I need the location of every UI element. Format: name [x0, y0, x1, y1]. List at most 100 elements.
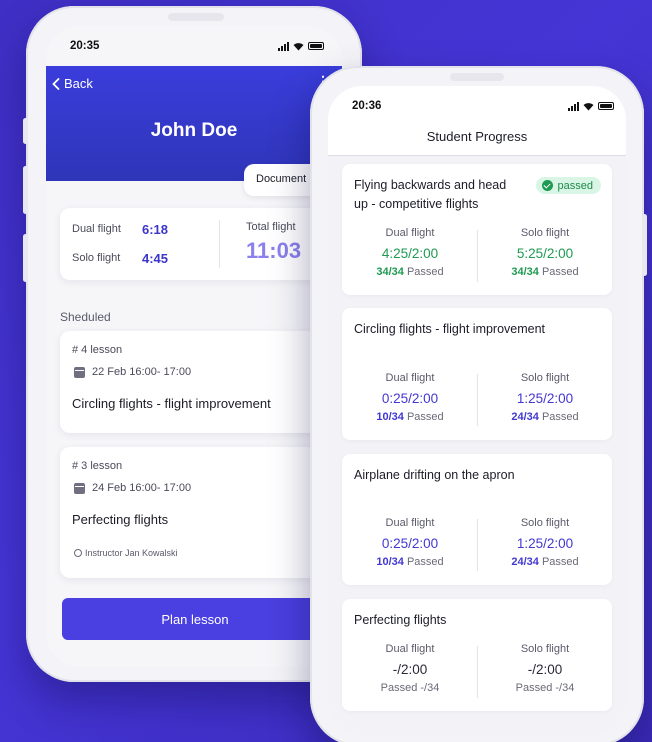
passed-count: 34/34 — [376, 266, 404, 278]
wifi-icon — [583, 102, 594, 111]
progress-card[interactable]: Airplane drifting on the apron Dual flig… — [342, 454, 612, 585]
passed-count: 34/34 — [511, 266, 539, 278]
dual-flight-label: Dual flight — [72, 223, 121, 235]
battery-icon — [598, 102, 614, 110]
passed-suffix: Passed — [406, 411, 444, 423]
status-badge: passed — [535, 177, 601, 194]
scheduled-section-title: Sheduled — [60, 310, 111, 324]
lesson-number: # 4 lesson — [72, 344, 123, 356]
solo-flight-row: Solo flight 4:45 — [72, 251, 168, 266]
stat-value: 0:25/2:00 — [381, 391, 439, 406]
back-button[interactable]: Back — [52, 76, 93, 91]
lesson-date-text: 22 Feb 16:00- 17:00 — [92, 366, 192, 378]
status-badge-label: passed — [557, 179, 593, 192]
solo-flight-value: 4:45 — [142, 250, 169, 266]
back-label: Back — [64, 76, 93, 91]
passed-count: -/34 — [555, 682, 575, 694]
volume-up-button — [23, 166, 28, 214]
lesson-card[interactable]: # 4 lesson 22 Feb 16:00- 17:00 Circling … — [60, 331, 342, 433]
stat-passed: Passed -/34 — [345, 682, 475, 694]
total-flight-value: 11:03 — [246, 238, 302, 263]
passed-suffix: Passed — [406, 556, 444, 568]
passed-suffix: Passed — [541, 266, 579, 278]
status-bar: 20:35 — [46, 26, 342, 66]
progress-title-line: Flying backwards and head — [354, 178, 507, 192]
stat-passed: 10/34 Passed — [345, 556, 475, 568]
total-flight-label: Total flight — [246, 221, 296, 233]
progress-title-line: Perfecting flights — [354, 613, 447, 627]
solo-flight-label: Solo flight — [72, 252, 121, 264]
dual-flight-stats: Dual flight 4:25/2:00 34/34 Passed — [345, 227, 475, 278]
student-name: John Doe — [150, 120, 238, 141]
passed-suffix: Passed — [541, 411, 579, 423]
dual-flight-value: 6:18 — [142, 221, 169, 237]
stat-value: 5:25/2:00 — [516, 246, 574, 261]
solo-flight-stats: Solo flight -/2:00 Passed -/34 — [480, 643, 610, 694]
progress-title: Airplane drifting on the apron — [354, 466, 515, 485]
lesson-date: 22 Feb 16:00- 17:00 — [74, 366, 191, 378]
stat-value: -/2:00 — [527, 662, 563, 677]
stat-label: Solo flight — [520, 227, 570, 239]
progress-title-line: up - competitive flights — [354, 197, 479, 211]
power-button — [642, 214, 647, 276]
stat-label: Solo flight — [520, 517, 570, 529]
stat-passed: 24/34 Passed — [480, 411, 610, 423]
stat-passed: 34/34 Passed — [345, 266, 475, 278]
status-bar: 20:36 — [328, 86, 626, 126]
battery-icon — [308, 42, 324, 50]
divider — [477, 646, 478, 698]
stat-passed: 34/34 Passed — [480, 266, 610, 278]
dual-flight-stats: Dual flight 0:25/2:00 10/34 Passed — [345, 517, 475, 568]
passed-count: -/34 — [420, 682, 440, 694]
volume-down-button — [23, 234, 28, 282]
stat-passed: 24/34 Passed — [480, 556, 610, 568]
divider — [219, 220, 220, 268]
dual-flight-stats: Dual flight -/2:00 Passed -/34 — [345, 643, 475, 694]
passed-suffix: Passed — [406, 266, 444, 278]
stat-label: Dual flight — [385, 643, 435, 655]
solo-flight-stats: Solo flight 1:25/2:00 24/34 Passed — [480, 517, 610, 568]
passed-count: 24/34 — [511, 556, 539, 568]
status-time: 20:36 — [352, 100, 382, 112]
lesson-date-text: 24 Feb 16:00- 17:00 — [92, 482, 192, 494]
solo-flight-stats: Solo flight 5:25/2:00 34/34 Passed — [480, 227, 610, 278]
progress-screen: 20:36 Student Progress Flying backwards … — [328, 86, 626, 736]
progress-title: Perfecting flights — [354, 611, 446, 630]
lesson-date: 24 Feb 16:00- 17:00 — [74, 482, 191, 494]
status-icons — [568, 101, 614, 111]
divider — [477, 374, 478, 426]
stat-label: Dual flight — [385, 227, 435, 239]
progress-title-line: Circling flights - flight improvement — [354, 322, 546, 336]
progress-phone: 20:36 Student Progress Flying backwards … — [310, 66, 647, 742]
progress-card[interactable]: Flying backwards and head up - competiti… — [342, 164, 612, 295]
flight-hours-card: Dual flight 6:18 Solo flight 4:45 Total … — [60, 208, 342, 280]
divider — [477, 519, 478, 571]
passed-count: 10/34 — [376, 556, 404, 568]
stat-label: Solo flight — [520, 643, 570, 655]
instructor-name: Instructor Jan Kowalski — [85, 548, 178, 558]
divider — [477, 230, 478, 282]
status-time: 20:35 — [70, 40, 100, 52]
stat-value: 4:25/2:00 — [381, 246, 439, 261]
stat-value: 0:25/2:00 — [381, 536, 439, 551]
passed-suffix: Passed — [515, 682, 553, 694]
calendar-icon — [74, 366, 85, 378]
lesson-number: # 3 lesson — [72, 460, 123, 472]
progress-card[interactable]: Circling flights - flight improvement Du… — [342, 308, 612, 440]
signal-icon — [568, 101, 579, 111]
lesson-title: Circling flights - flight improvement — [72, 396, 271, 411]
speaker-grille — [168, 13, 224, 21]
progress-title: Flying backwards and head up - competiti… — [354, 176, 506, 214]
wifi-icon — [293, 42, 304, 51]
passed-suffix: Passed — [541, 556, 579, 568]
lesson-card[interactable]: # 3 lesson 24 Feb 16:00- 17:00 Perfectin… — [60, 447, 342, 578]
dual-flight-row: Dual flight 6:18 — [72, 222, 168, 237]
stat-value: 1:25/2:00 — [516, 391, 574, 406]
calendar-icon — [74, 482, 85, 494]
profile-screen: 20:35 Back ⋮ John Doe Document Dual flig… — [46, 26, 342, 667]
stat-value: 1:25/2:00 — [516, 536, 574, 551]
plan-lesson-button[interactable]: Plan lesson — [62, 598, 342, 640]
status-icons — [278, 41, 324, 51]
progress-card[interactable]: Perfecting flights Dual flight -/2:00 Pa… — [342, 599, 612, 711]
speaker-grille — [450, 73, 504, 81]
